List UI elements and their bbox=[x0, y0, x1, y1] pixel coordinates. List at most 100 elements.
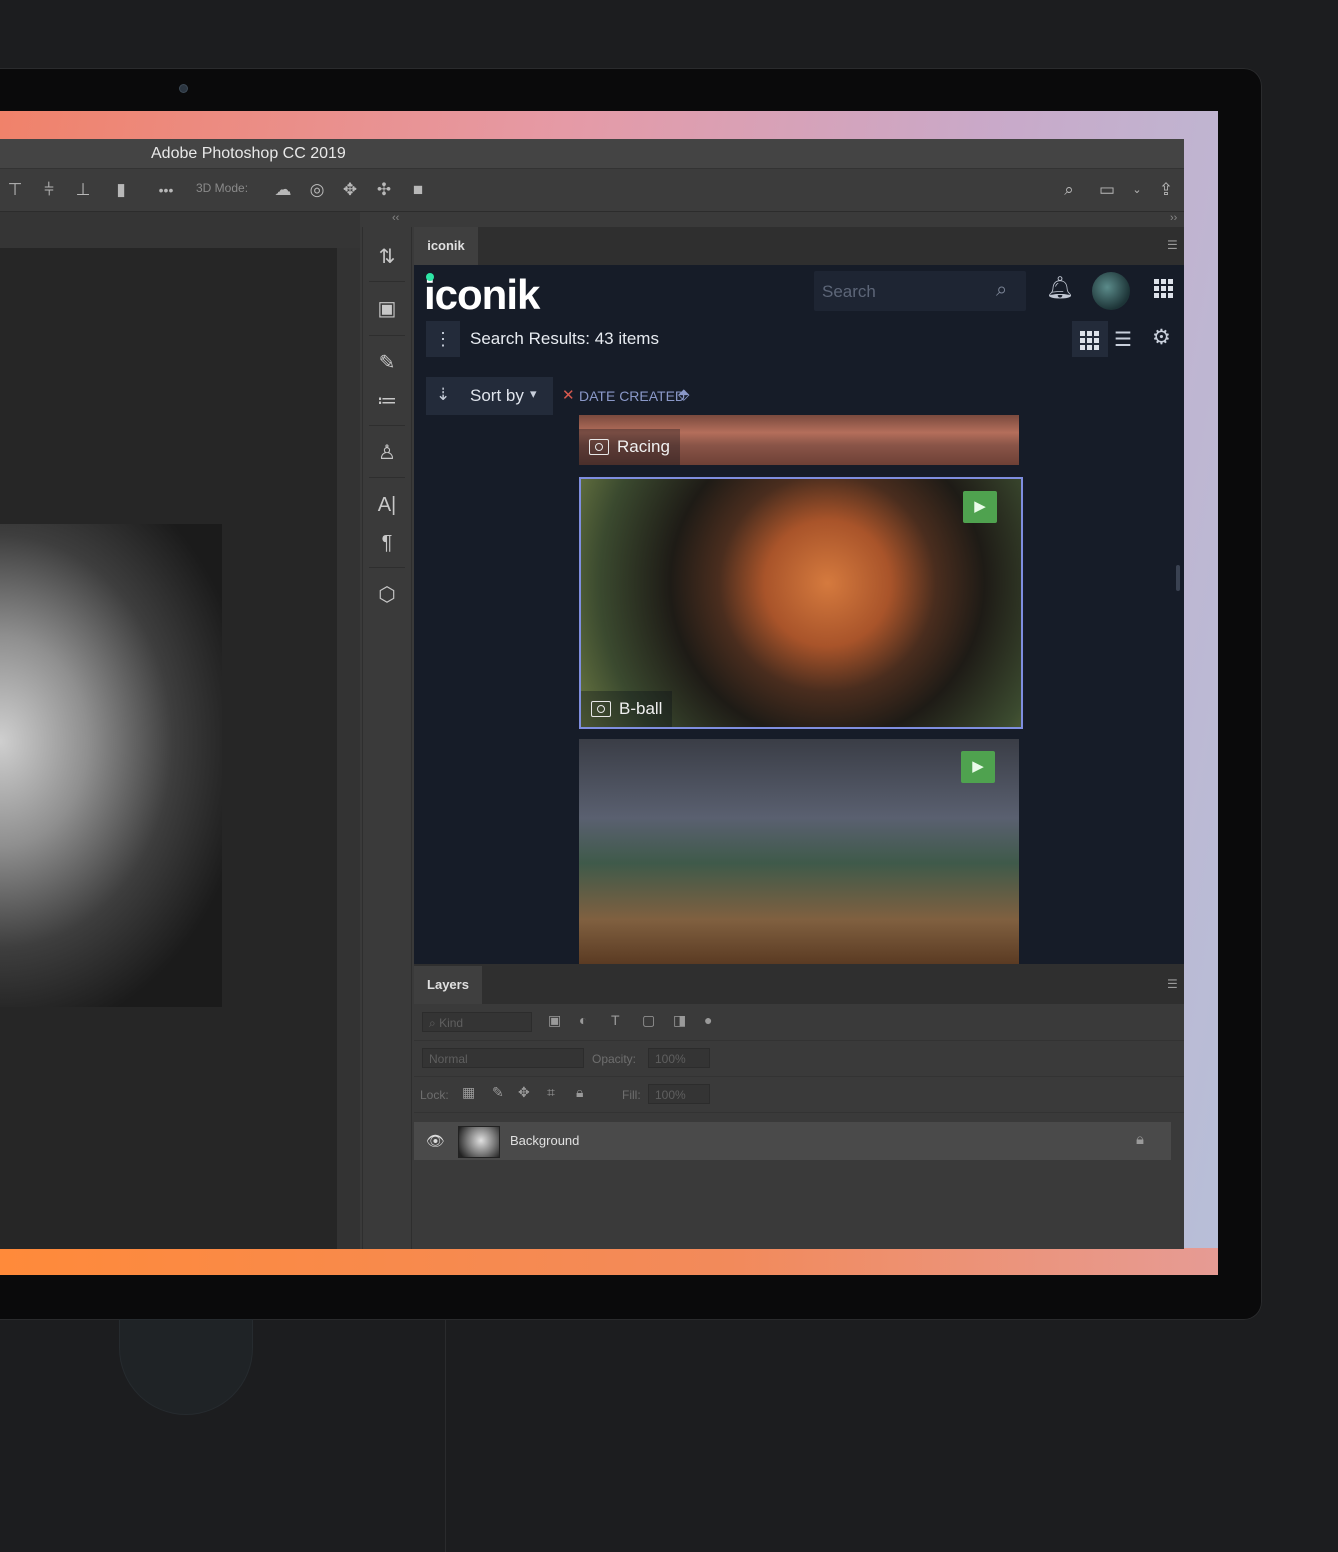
search-placeholder: Search bbox=[822, 282, 876, 301]
3d-roll-icon[interactable]: ◎ bbox=[306, 179, 328, 201]
blend-row: Normal Opacity: 100% bbox=[414, 1040, 1184, 1077]
brush-settings-icon[interactable]: ≔ bbox=[363, 381, 411, 421]
options-bar: ⊤ ⫩ ⊥ ▮ ••• 3D Mode: ☁ ◎ ✥ ✣ ■ ⌕ ▭ ⌄ ⇪ bbox=[0, 169, 1184, 212]
card-label: B-ball bbox=[581, 691, 673, 727]
lock-all-icon[interactable]: 🔒︎ bbox=[576, 1084, 583, 1101]
logo-accent-dot bbox=[426, 273, 434, 281]
date-created-filter[interactable]: DATE CREATED bbox=[579, 388, 685, 404]
tab-layers[interactable]: Layers bbox=[414, 966, 482, 1004]
3d-camera-icon[interactable]: ■ bbox=[407, 179, 429, 201]
shape-filter-icon[interactable]: ▢ bbox=[642, 1012, 655, 1029]
filter-toggle-icon[interactable]: ● bbox=[704, 1012, 712, 1028]
camera-icon bbox=[589, 439, 609, 455]
video-icon: ▶ bbox=[961, 751, 995, 783]
eye-icon[interactable]: 👁︎ bbox=[426, 1132, 445, 1150]
panel-icon-column: ⇅ ▣ ✎ ≔ ♙ A| ¶ ⬡ bbox=[362, 227, 412, 1249]
gear-icon[interactable]: ⚙ bbox=[1152, 325, 1171, 350]
3d-mode-label: 3D Mode: bbox=[196, 181, 249, 195]
layer-filter-row: ⌕ Kind ▣ ◐ T ▢ ◨ ● bbox=[414, 1004, 1184, 1041]
clone-source-icon[interactable]: ♙ bbox=[363, 433, 411, 473]
image-filter-icon[interactable]: ▣ bbox=[548, 1012, 561, 1029]
separator bbox=[369, 335, 405, 336]
monitor-stand bbox=[120, 1320, 252, 1414]
basketball-bw-image bbox=[0, 524, 222, 1007]
kind-filter[interactable]: ⌕ Kind bbox=[422, 1012, 532, 1032]
adjustment-filter-icon[interactable]: ◐ bbox=[579, 1012, 587, 1028]
share-icon[interactable]: ⇪ bbox=[1155, 179, 1177, 201]
type-filter-icon[interactable]: T bbox=[611, 1012, 620, 1028]
more-options-button[interactable]: ••• bbox=[155, 179, 177, 201]
chevron-down-icon[interactable]: ⌄ bbox=[1126, 179, 1148, 201]
asset-card-game[interactable]: ▶ bbox=[579, 739, 1019, 964]
align-vcenter-icon[interactable]: ⫩ bbox=[38, 179, 60, 201]
apps-grid-icon[interactable] bbox=[1154, 279, 1174, 299]
layers-menu-icon[interactable]: ☰ bbox=[1167, 977, 1178, 991]
kebab-menu-icon[interactable]: ⋮ bbox=[426, 321, 460, 357]
align-bottom-icon[interactable]: ⊥ bbox=[72, 179, 94, 201]
search-results-count: Search Results: 43 items bbox=[470, 329, 659, 348]
lock-label: Lock: bbox=[420, 1088, 449, 1102]
document-scrollbar[interactable] bbox=[337, 248, 360, 1249]
separator bbox=[369, 425, 405, 426]
layer-thumbnail bbox=[458, 1126, 500, 1158]
separator bbox=[369, 281, 405, 282]
workspace-icon[interactable]: ▭ bbox=[1096, 179, 1118, 201]
lock-row: Lock: ▦ ✎ ✥ ⌗ 🔒︎ Fill: 100% bbox=[414, 1076, 1184, 1113]
app-title: Adobe Photoshop CC 2019 bbox=[151, 145, 346, 162]
history-icon[interactable]: ⇅ bbox=[363, 237, 411, 277]
collapse-left-icon[interactable]: ‹‹ bbox=[392, 212, 399, 224]
sort-direction-icon[interactable]: ⬘ bbox=[678, 385, 690, 403]
3d-slide-icon[interactable]: ✣ bbox=[373, 179, 395, 201]
search-input[interactable]: Search ⌕ bbox=[814, 271, 1026, 311]
smart-object-filter-icon[interactable]: ◨ bbox=[673, 1012, 686, 1029]
iconik-logo: iconik bbox=[424, 271, 540, 318]
grid-view-button[interactable] bbox=[1072, 321, 1108, 357]
paragraph-icon[interactable]: ¶ bbox=[363, 523, 411, 563]
separator bbox=[369, 477, 405, 478]
video-icon: ▶ bbox=[963, 491, 997, 523]
separator bbox=[369, 567, 405, 568]
layers-panel: ⌕ Kind ▣ ◐ T ▢ ◨ ● Normal Opacity: 100% … bbox=[414, 1004, 1184, 1249]
asset-card-racing[interactable]: Racing bbox=[579, 415, 1019, 465]
iconik-scrollbar[interactable] bbox=[1176, 565, 1180, 591]
sort-by-dropdown[interactable]: ⇣ Sort by ▾ bbox=[426, 377, 553, 415]
distribute-icon[interactable]: ▮ bbox=[110, 179, 132, 201]
brush-presets-icon[interactable]: ✎ bbox=[363, 343, 411, 383]
opacity-label: Opacity: bbox=[592, 1052, 637, 1066]
character-icon[interactable]: A| bbox=[363, 485, 411, 525]
blend-mode-select[interactable]: Normal bbox=[422, 1048, 584, 1068]
photoshop-window: Adobe Photoshop CC 2019 ⊤ ⫩ ⊥ ▮ ••• 3D M… bbox=[0, 139, 1184, 1249]
remove-filter-icon[interactable]: ✕ bbox=[562, 386, 575, 404]
lock-icon: 🔒︎ bbox=[1136, 1131, 1144, 1148]
3d-pan-icon[interactable]: ✥ bbox=[339, 179, 361, 201]
lock-position-icon[interactable]: ✥ bbox=[518, 1084, 530, 1101]
divider-line bbox=[445, 1320, 446, 1552]
search-icon[interactable]: ⌕ bbox=[1058, 179, 1080, 201]
fill-label: Fill: bbox=[622, 1088, 641, 1102]
lock-pixels-icon[interactable]: ✎ bbox=[492, 1084, 504, 1101]
align-top-icon[interactable]: ⊤ bbox=[4, 179, 26, 201]
caret-down-icon: ▾ bbox=[530, 386, 537, 401]
lock-transparency-icon[interactable]: ▦ bbox=[462, 1084, 475, 1101]
iconik-panel: iconik Search ⌕ 🔔︎ ⋮ Search Results: 43 … bbox=[414, 265, 1184, 964]
opacity-input[interactable]: 100% bbox=[648, 1048, 710, 1068]
tab-iconik[interactable]: iconik bbox=[414, 227, 478, 265]
collapse-right-icon[interactable]: ›› bbox=[1170, 212, 1177, 224]
list-view-icon[interactable]: ☰ bbox=[1114, 327, 1132, 352]
fill-input[interactable]: 100% bbox=[648, 1084, 710, 1104]
document-tabbar bbox=[0, 212, 360, 248]
kind-placeholder: Kind bbox=[439, 1016, 464, 1030]
panel-menu-icon[interactable]: ☰ bbox=[1167, 238, 1178, 252]
3d-orbit-icon[interactable]: ☁ bbox=[272, 179, 294, 201]
3d-panel-icon[interactable]: ▣ bbox=[363, 289, 411, 329]
asset-card-bball[interactable]: ▶ B-ball bbox=[579, 477, 1023, 729]
3d-cube-icon[interactable]: ⬡ bbox=[363, 575, 411, 615]
title-bar: Adobe Photoshop CC 2019 bbox=[0, 139, 1184, 169]
search-icon[interactable]: ⌕ bbox=[996, 279, 1007, 302]
avatar[interactable] bbox=[1092, 272, 1130, 310]
layers-panel-tabbar bbox=[414, 964, 1184, 1004]
layer-row[interactable]: 👁︎ Background 🔒︎ bbox=[414, 1122, 1171, 1160]
screen-bottom-glow bbox=[0, 1248, 1218, 1275]
lock-artboard-icon[interactable]: ⌗ bbox=[547, 1084, 555, 1101]
bell-icon[interactable]: 🔔︎ bbox=[1046, 275, 1074, 301]
